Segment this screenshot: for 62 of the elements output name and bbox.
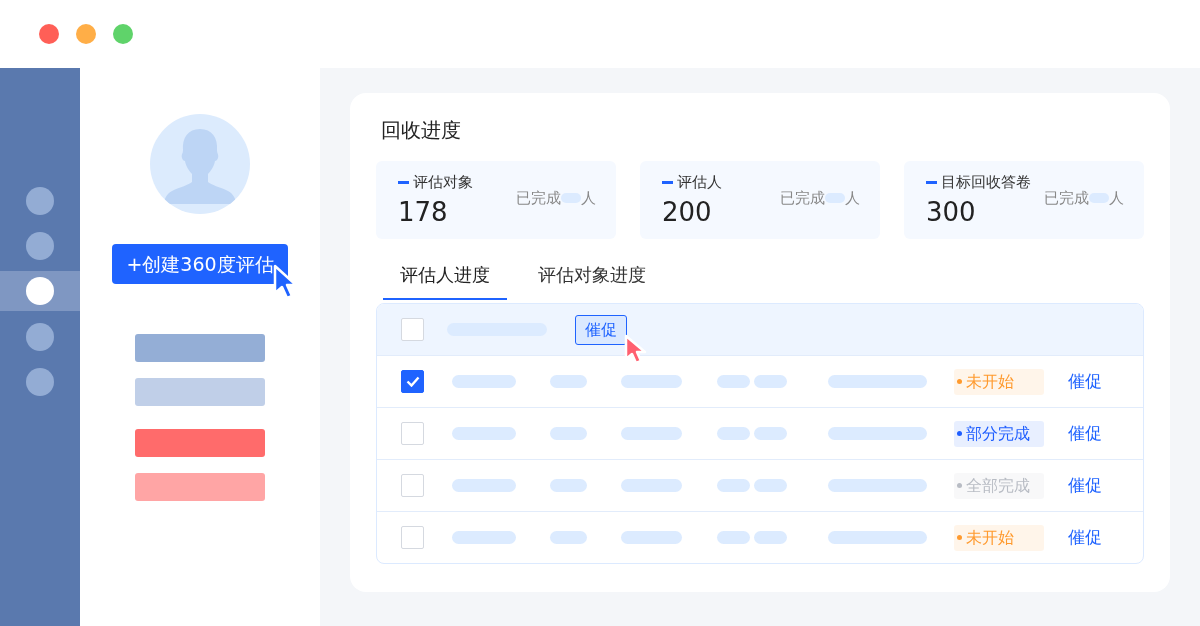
placeholder-bar [754,427,787,440]
urge-link[interactable]: 催促 [1068,420,1102,447]
placeholder-bar [452,427,516,440]
placeholder-bar [754,531,787,544]
unit-label: 人 [1109,188,1124,209]
placeholder-pill [1089,193,1109,204]
rail-item[interactable] [26,277,54,305]
status-tag: 部分完成 [954,420,1044,447]
stat-label: 目标回收答卷 [941,172,1031,193]
create-evaluation-button[interactable]: +创建360度评估 [112,244,288,284]
urge-link[interactable]: 催促 [1068,472,1102,499]
checkbox[interactable] [401,370,424,393]
placeholder-bar [550,479,587,492]
unit-label: 人 [845,188,860,209]
rail-item[interactable] [26,367,54,396]
status-tag: 全部完成 [954,472,1044,499]
placeholder-bar [717,479,750,492]
minimize-button[interactable] [76,24,96,44]
placeholder-bar [621,479,682,492]
check-icon [405,376,420,387]
stat-value: 178 [398,197,449,227]
status-tag: 未开始 [954,368,1044,395]
placeholder-bar [754,375,787,388]
panel-title: 回收进度 [381,117,462,144]
stat-label: 评估人 [677,172,722,193]
maximize-button[interactable] [113,24,133,44]
rail-item[interactable] [26,322,54,351]
close-button[interactable] [39,24,59,44]
avatar-icon [150,114,250,214]
urge-link[interactable]: 催促 [1068,368,1102,395]
placeholder-bar [717,375,750,388]
done-label: 已完成 [780,188,825,209]
dash-icon [926,180,937,184]
done-label: 已完成 [1044,188,1089,209]
placeholder-bar [621,375,682,388]
placeholder-bar [621,427,682,440]
placeholder-bar [452,531,516,544]
placeholder-bar [452,479,516,492]
placeholder-pill [825,193,845,204]
stat-value: 200 [662,197,713,227]
done-label: 已完成 [516,188,561,209]
placeholder-bar [717,427,750,440]
tab[interactable]: 评估对象进度 [521,255,663,300]
rail-item[interactable] [26,231,54,260]
stat-label: 评估对象 [413,172,473,193]
urge-button[interactable]: 催促 [575,314,627,345]
placeholder-bar [754,479,787,492]
tab[interactable]: 评估人进度 [383,255,507,300]
rail-item[interactable] [26,186,54,215]
dash-icon [662,180,673,184]
urge-link[interactable]: 催促 [1068,524,1102,551]
placeholder-bar [550,375,587,388]
status-tag: 未开始 [954,524,1044,551]
placeholder-bar [550,427,587,440]
stat-value: 300 [926,197,977,227]
placeholder-bar [621,531,682,544]
unit-label: 人 [581,188,596,209]
placeholder-pill [561,193,581,204]
placeholder-bar [717,531,750,544]
placeholder-bar [452,375,516,388]
placeholder-bar [550,531,587,544]
dash-icon [398,180,409,184]
